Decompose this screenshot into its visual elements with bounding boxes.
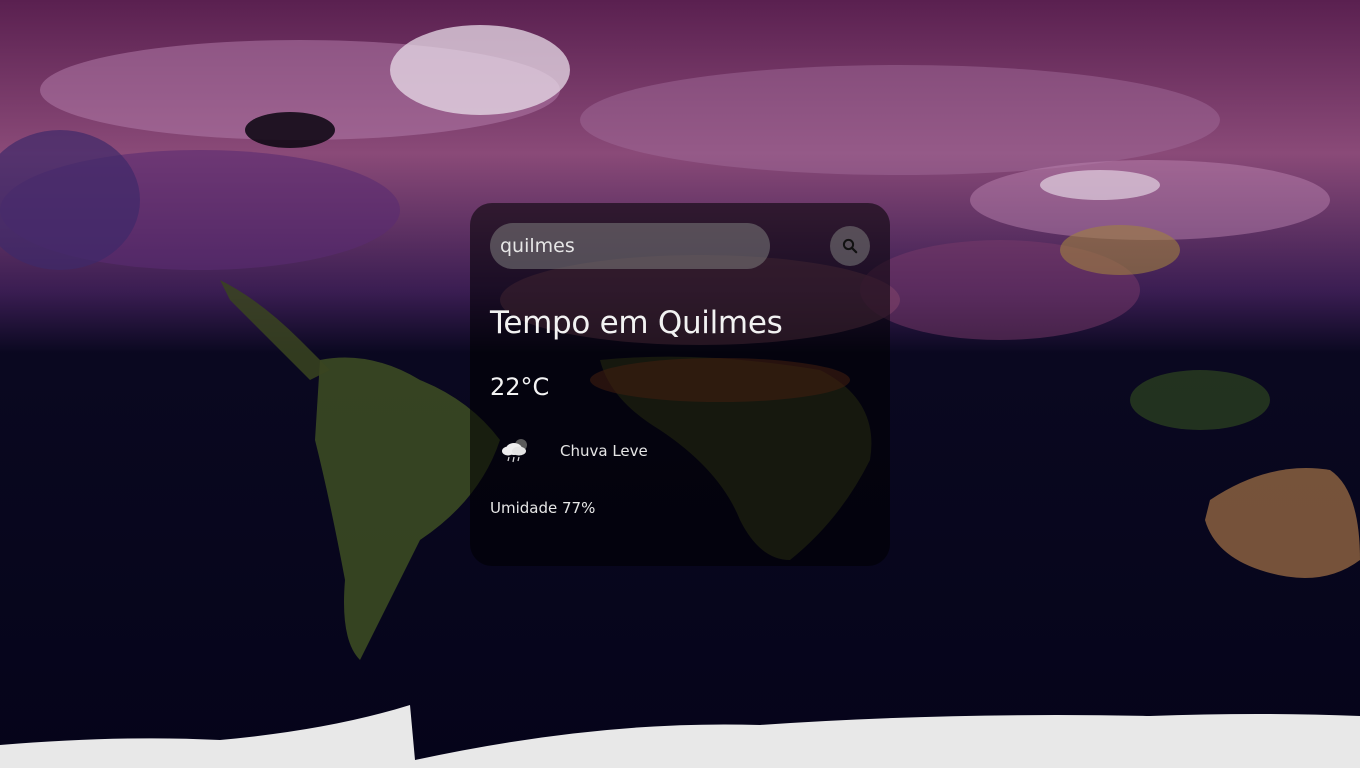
weather-description: Chuva Leve	[560, 442, 648, 460]
humidity: Umidade 77%	[490, 499, 596, 517]
search-button[interactable]	[830, 226, 870, 266]
search-icon	[842, 238, 858, 254]
weather-card: Tempo em Quilmes 22°C Chuva Leve Umidade…	[470, 203, 890, 566]
weather-description-row: Chuva Leve	[490, 431, 870, 471]
light-rain-cloud-icon	[490, 431, 540, 471]
temperature: 22°C	[490, 373, 550, 401]
city-title: Tempo em Quilmes	[490, 305, 783, 341]
search-bar	[490, 223, 870, 269]
search-input[interactable]	[490, 223, 770, 269]
